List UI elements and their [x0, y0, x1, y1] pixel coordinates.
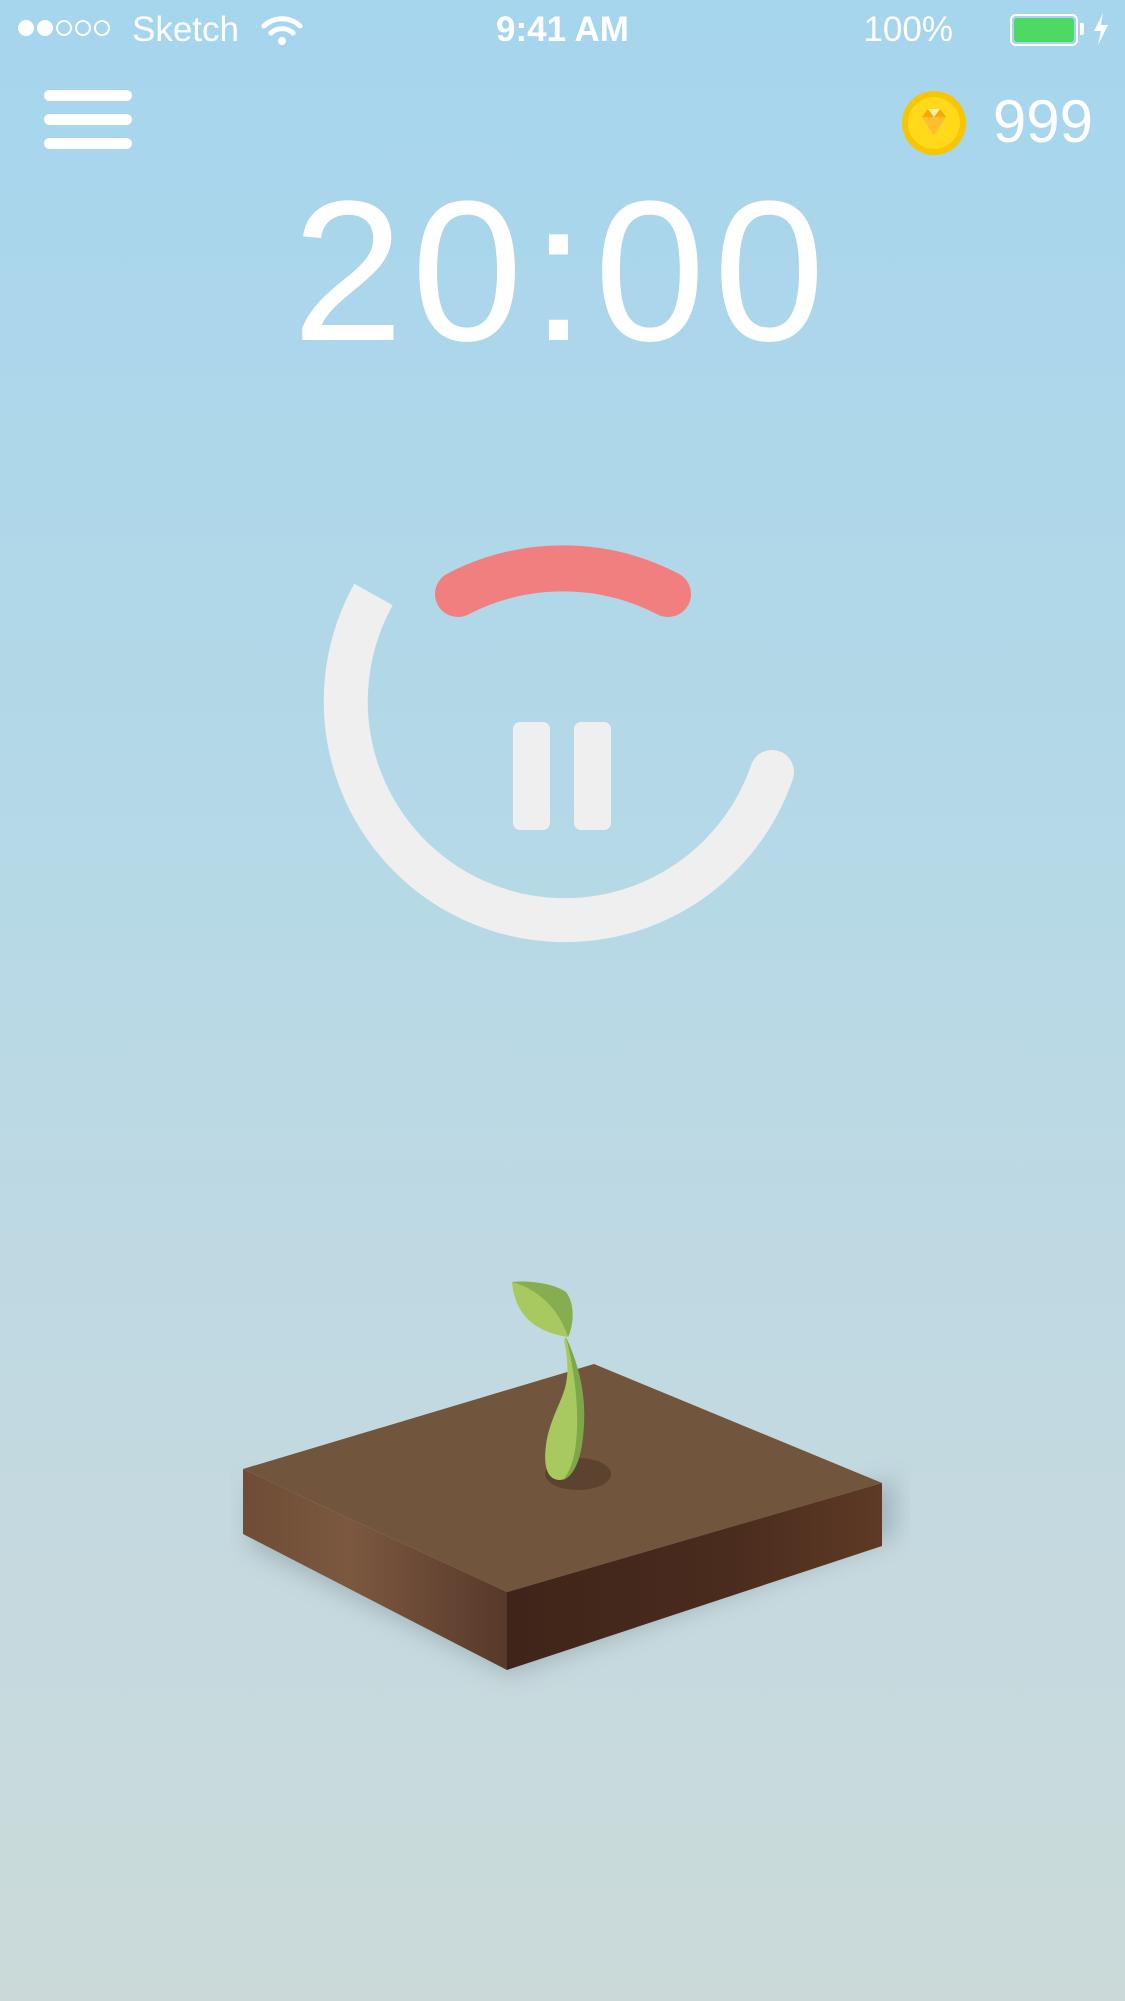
pause-button[interactable]	[500, 716, 625, 832]
status-bar: Sketch 9:41 AM 100%	[0, 0, 1125, 62]
battery-percentage: 100%	[863, 10, 953, 49]
menu-button[interactable]	[44, 88, 132, 158]
gold-coin-icon	[902, 91, 966, 155]
hamburger-menu-icon	[44, 90, 132, 101]
seedling-plot	[243, 1281, 894, 1674]
progress-arc	[435, 545, 691, 617]
countdown-timer: 20:00	[292, 160, 833, 383]
charging-bolt-icon	[1094, 13, 1108, 45]
battery-icon	[1010, 14, 1078, 46]
coin-count: 999	[992, 88, 1093, 155]
pause-icon	[513, 722, 550, 830]
status-time: 9:41 AM	[496, 10, 629, 49]
battery-level	[1014, 18, 1074, 42]
